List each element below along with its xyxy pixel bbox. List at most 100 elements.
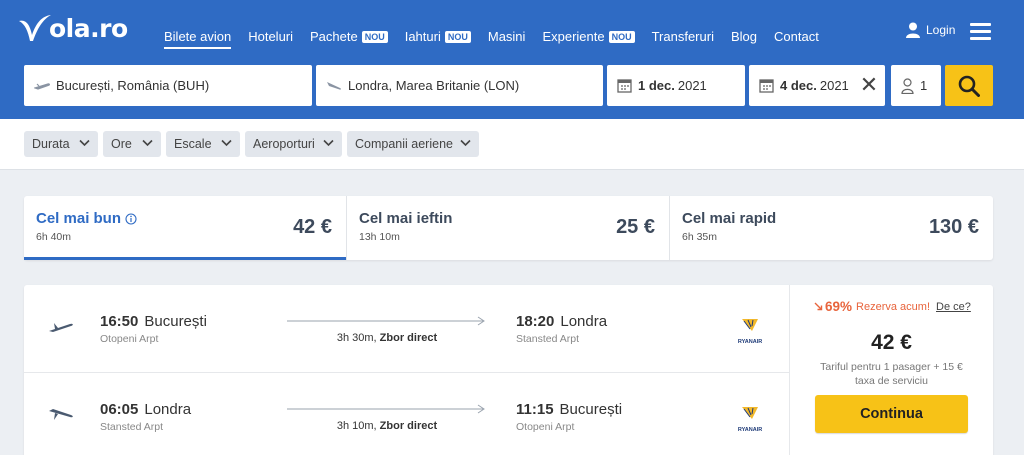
new-badge: NOU [361,30,388,43]
search-button[interactable] [945,65,993,106]
filter-durata[interactable]: Durata [24,131,98,157]
tab-price: 42 € [293,216,332,238]
filter-companii-aeriene[interactable]: Companii aeriene [347,131,479,157]
tab-duration: 6h 35m [682,231,718,243]
logo-v-icon [19,15,51,41]
clear-return-date-icon[interactable]: ✕ [857,73,881,97]
departure-time: 16:50 [100,313,139,330]
nav-label: Masini [487,29,526,44]
destination-input[interactable]: Londra, Marea Britanie (LON) [316,65,603,106]
sort-tabs: Cel mai bun 6h 40m 42 € Cel mai ieftin 1… [24,196,993,260]
departure-airport: Stansted Arpt [100,421,164,433]
departure-time-city: 06:05 Londra [100,401,191,418]
trend-down-arrow-icon [814,302,823,311]
nav-transferuri[interactable]: Transferuri [652,29,714,44]
nav-bilete-avion[interactable]: Bilete avion [164,29,232,49]
filter-ore[interactable]: Ore [103,131,161,157]
nav-label: Iahturi [404,29,441,44]
nav-blog[interactable]: Blog [731,29,757,44]
tab-cel-mai-ieftin[interactable]: Cel mai ieftin 13h 10m 25 € [347,196,669,260]
chevron-down-icon [460,139,471,147]
tab-cel-mai-rapid[interactable]: Cel mai rapid 6h 35m 130 € [670,196,993,260]
nav-label: Blog [730,29,757,44]
destination-value: Londra, Marea Britanie (LON) [348,78,520,93]
main-nav: Bilete avion Hoteluri Pachete NOU Iahturi… [164,24,836,49]
flight-duration: 3h 30m, Zbor direct [287,332,487,344]
nav-iahturi[interactable]: Iahturi NOU [405,29,471,44]
plane-takeoff-icon [49,323,73,332]
nav-label: Pachete [310,29,358,44]
departure-city: Londra [144,401,192,418]
nav-pachete[interactable]: Pachete NOU [310,29,388,44]
return-leg: 06:05 Londra Stansted Arpt 3h 10m, Zbor d… [24,373,789,455]
filter-label: Durata [32,137,70,151]
nav-contact[interactable]: Contact [774,29,819,44]
return-year: 2021 [819,78,849,93]
tab-title: Cel mai ieftin [359,210,453,227]
new-badge: NOU [444,30,471,43]
calendar-icon [759,78,774,93]
svg-text:RYANAIR: RYANAIR [738,339,762,345]
new-badge: NOU [608,30,635,43]
discount-percent: 69% [825,299,853,314]
tab-cel-mai-bun[interactable]: Cel mai bun 6h 40m 42 € [24,196,346,260]
landing-icon [326,80,342,92]
arrival-city: București [559,401,623,418]
filter-escale[interactable]: Escale [166,131,240,157]
user-icon [906,22,920,38]
stops-value: Zbor direct [379,332,438,344]
person-outline-icon [901,77,914,94]
nav-label: Hoteluri [248,29,294,44]
departure-year: 2021 [677,78,707,93]
fare-note: Tariful pentru 1 pasager + 15 € taxa de … [820,361,963,387]
svg-text:RYANAIR: RYANAIR [738,427,762,433]
nav-label: Transferuri [651,29,714,44]
filter-aeroporturi[interactable]: Aeroporturi [245,131,342,157]
promo-line: 69% Rezerva acum! De ce? [814,299,971,314]
departure-time: 06:05 [100,401,139,418]
tab-title: Cel mai bun [36,210,137,227]
passengers-input[interactable]: 1 [891,65,941,106]
flight-result-card[interactable]: 16:50 București Otopeni Arpt 3h 30m, Zbor… [24,285,993,455]
chevron-down-icon [142,139,153,147]
takeoff-icon [34,81,50,91]
route-arrow-icon [287,404,485,414]
tab-duration: 13h 10m [359,231,400,243]
nav-experiente[interactable]: Experiente NOU [542,29,635,44]
why-link[interactable]: De ce? [936,301,971,313]
flight-duration: 3h 10m, Zbor direct [287,420,487,432]
filter-label: Ore [111,137,132,151]
arrival-time: 11:15 [516,401,554,418]
return-day: 4 dec. [780,78,817,93]
arrival-time: 18:20 [516,313,555,330]
stops-value: Zbor direct [379,420,438,432]
departure-day: 1 dec. [638,78,675,93]
continue-button[interactable]: Continua [815,395,968,433]
nav-label: Experiente [542,29,605,44]
hamburger-menu-icon[interactable] [970,23,991,41]
login-button[interactable]: Login [906,22,955,38]
nav-masini[interactable]: Masini [488,29,526,44]
filter-label: Escale [174,137,212,151]
duration-value: 3h 10m, [336,420,377,432]
departure-airport: Otopeni Arpt [100,333,159,345]
route-arrow-icon [287,316,485,326]
origin-input[interactable]: București, România (BUH) [24,65,312,106]
login-label: Login [926,23,956,37]
logo-text: ola.ro [49,13,128,43]
chevron-down-icon [221,139,232,147]
departure-date-input[interactable]: 1 dec. 2021 [607,65,745,106]
logo[interactable]: ola.ro [18,10,128,46]
duration-value: 3h 30m, [336,332,377,344]
nav-hoteluri[interactable]: Hoteluri [248,29,293,44]
info-icon[interactable] [125,212,137,225]
nav-label: Contact [774,29,819,44]
filter-label: Companii aeriene [355,137,453,151]
tab-price: 25 € [616,216,655,238]
arrival-airport: Stansted Arpt [516,333,580,345]
price-panel: 69% Rezerva acum! De ce? 42 € Tariful pe… [790,285,993,455]
calendar-icon [617,78,632,93]
tab-title-text: Cel mai bun [36,210,122,227]
arrival-time-city: 18:20 Londra [516,313,607,330]
nav-label: Bilete avion [164,29,232,44]
